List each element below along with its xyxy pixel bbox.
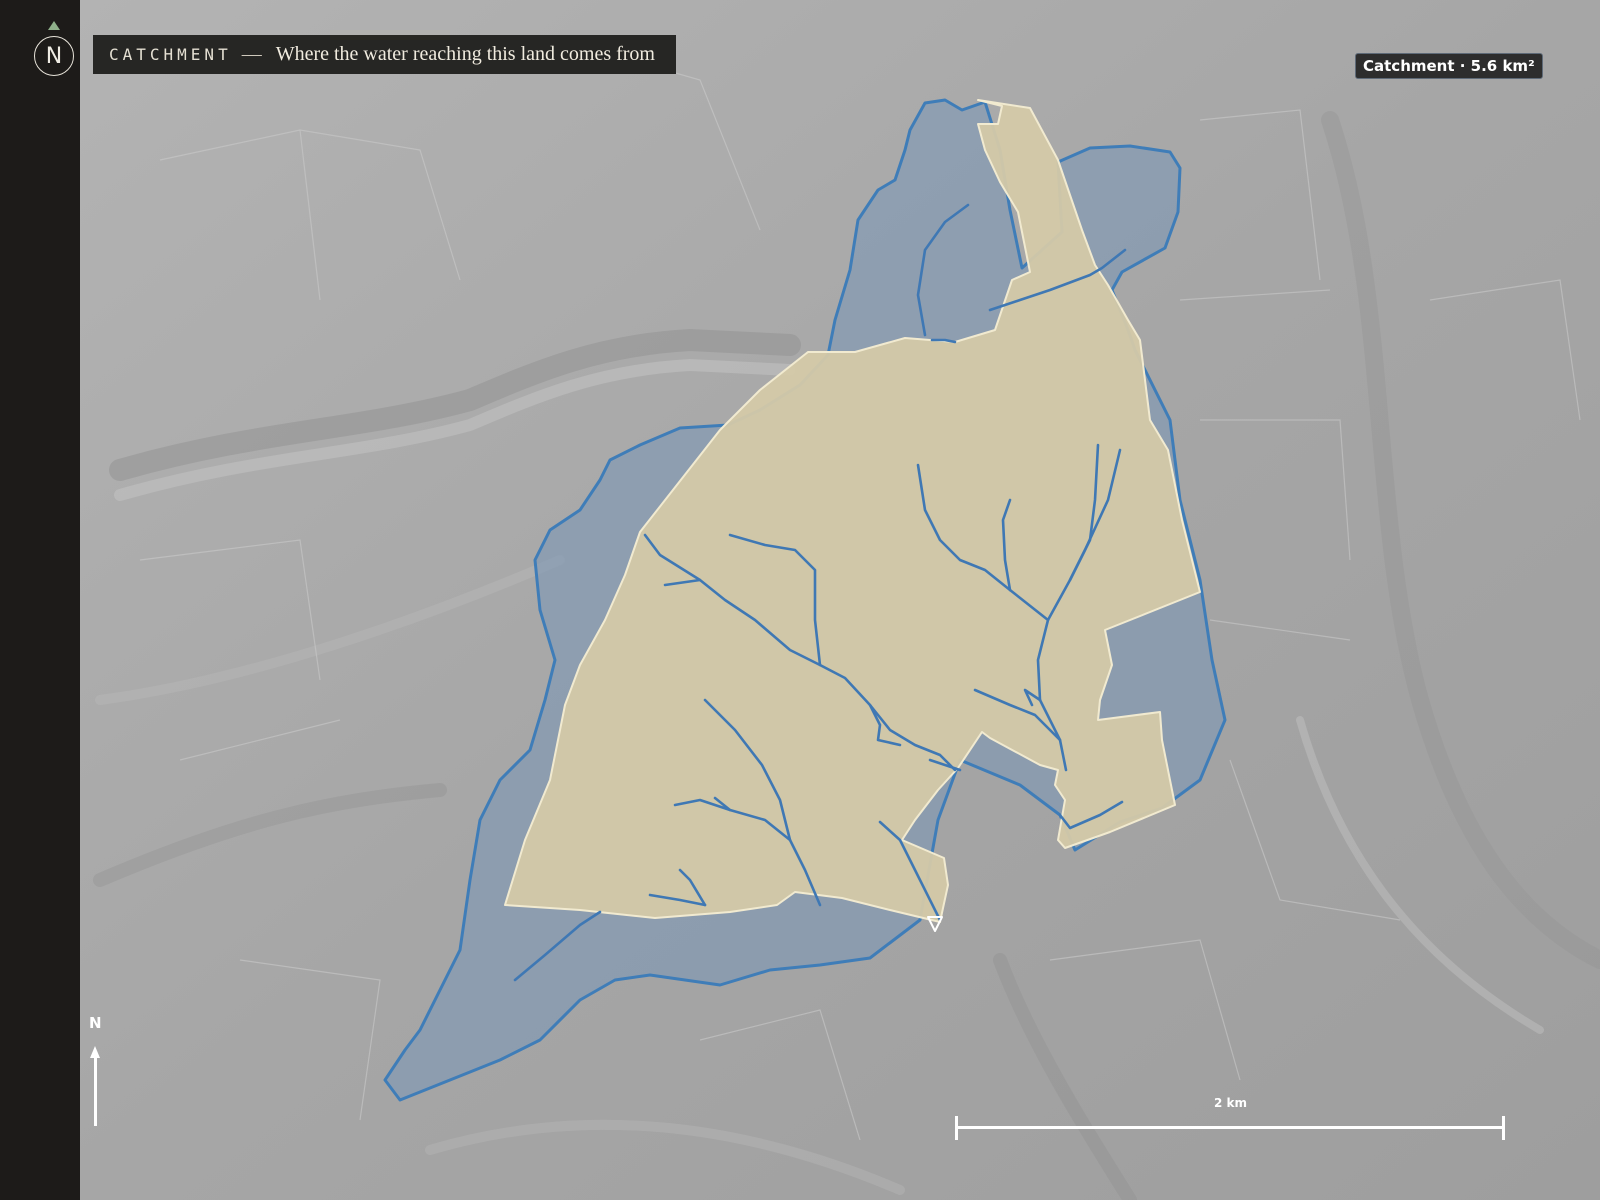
compass-tick-icon xyxy=(48,21,60,30)
scale-bar-cap-right xyxy=(1502,1116,1505,1140)
north-arrow-label: N xyxy=(89,1014,102,1032)
sidebar: N xyxy=(0,0,80,1200)
title-bar: CATCHMENT — Where the water reaching thi… xyxy=(93,35,676,74)
north-arrow-shaft xyxy=(94,1056,97,1126)
scale-bar-label: 2 km xyxy=(1214,1096,1248,1110)
title-caps: CATCHMENT xyxy=(109,45,232,64)
catchment-area-badge: Catchment · 5.6 km² xyxy=(1355,53,1543,79)
title-separator: — xyxy=(241,43,262,65)
map-canvas[interactable] xyxy=(80,0,1600,1200)
title-subtitle: Where the water reaching this land comes… xyxy=(275,43,655,65)
scale-bar xyxy=(956,1126,1504,1129)
compass-north-icon[interactable]: N xyxy=(34,36,74,76)
